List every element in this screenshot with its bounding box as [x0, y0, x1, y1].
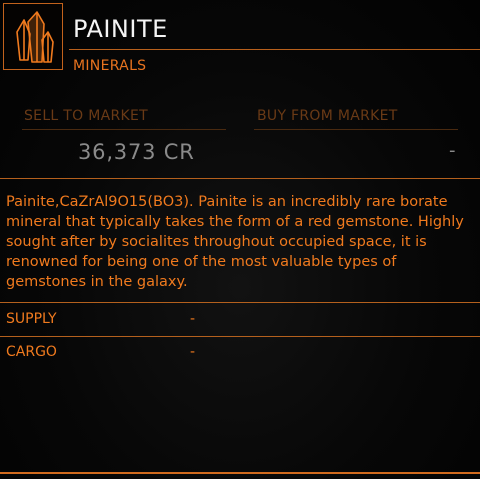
commodity-panel: PAINITE MINERALS SELL TO MARKET 36,373 C…: [0, 0, 480, 479]
sell-column-divider: [22, 129, 226, 130]
cargo-value: -: [190, 344, 196, 360]
commodity-description: Painite,CaZrAl9O15(BO3). Painite is an i…: [6, 194, 464, 290]
supply-label: SUPPLY: [6, 311, 57, 327]
cargo-label: CARGO: [6, 344, 57, 360]
supply-divider: [0, 336, 480, 337]
buy-price-value: -: [449, 140, 456, 161]
crystal-icon: [16, 11, 54, 63]
commodity-name: PAINITE: [73, 15, 168, 43]
sell-to-market-label: SELL TO MARKET: [24, 108, 148, 124]
description-top-divider: [0, 178, 480, 179]
title-divider: [69, 49, 480, 50]
commodity-icon-frame: [3, 3, 63, 70]
buy-from-market-label: BUY FROM MARKET: [257, 108, 398, 124]
sell-price-value: 36,373 CR: [78, 140, 195, 164]
commodity-category: MINERALS: [73, 58, 147, 74]
buy-column-divider: [254, 129, 458, 130]
description-bottom-divider: [0, 302, 480, 303]
supply-value: -: [190, 311, 196, 327]
panel-bottom-bar: [0, 472, 480, 474]
